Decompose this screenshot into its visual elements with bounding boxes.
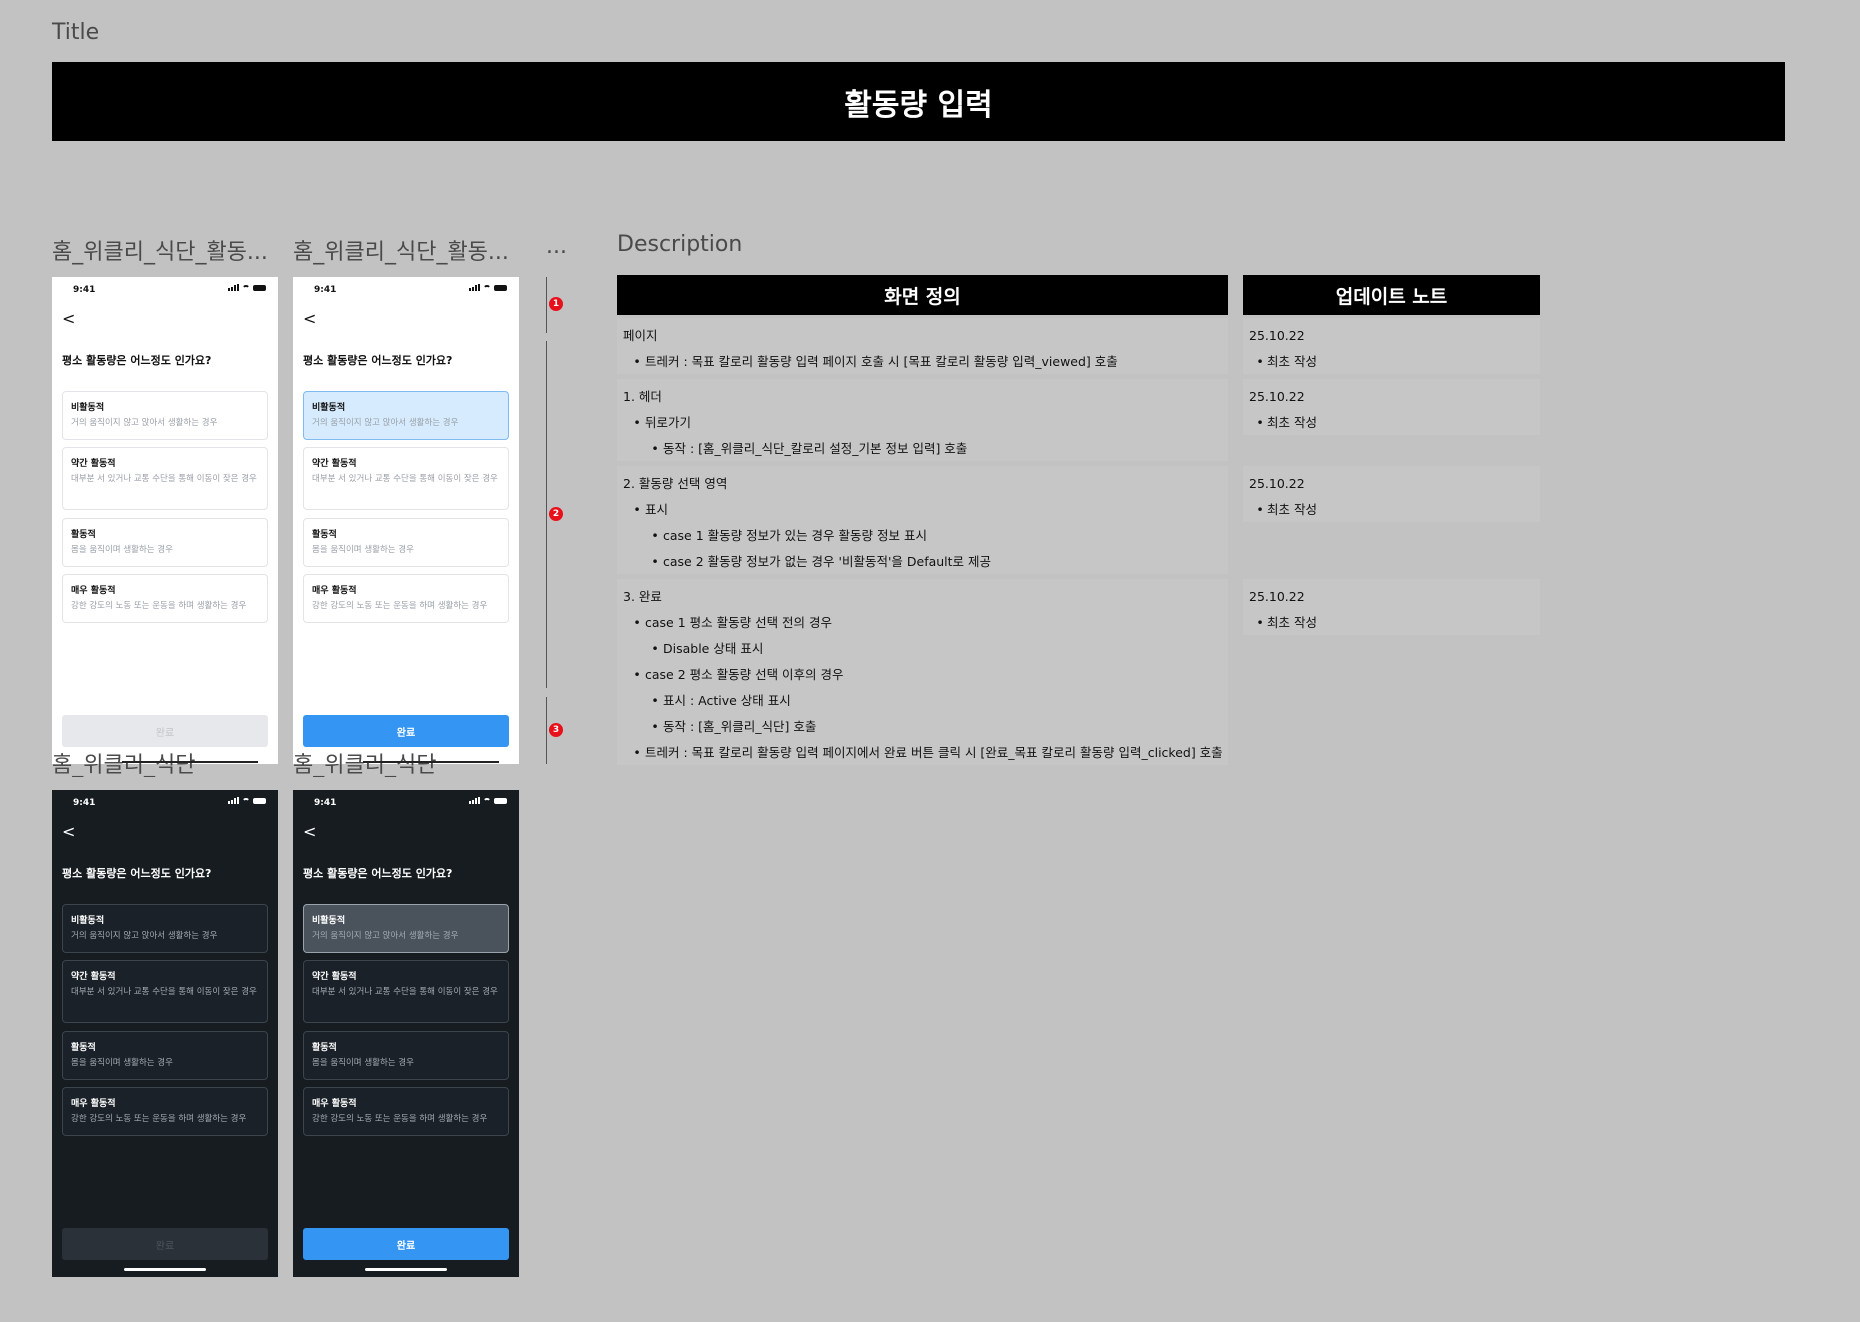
battery-icon <box>494 797 507 804</box>
definition-header: 화면 정의 <box>617 275 1228 315</box>
back-icon[interactable]: < <box>303 311 316 327</box>
frame-label-dark-selected[interactable]: 홈_위클리_식단 <box>293 747 519 777</box>
option-active[interactable]: 활동적 몸을 움직이며 생활하는 경우 <box>303 1031 509 1080</box>
definition-row-complete: 3. 완료 case 1 평소 활동량 선택 전의 경우 Disable 상태 … <box>617 579 1228 765</box>
marker-line-options <box>546 341 547 688</box>
status-bar: 9:41 <box>293 790 519 814</box>
description-section-label: Description <box>617 232 743 257</box>
signal-icon <box>228 797 239 804</box>
update-note-row: 25.10.22 최초 작성 <box>1243 579 1540 635</box>
wifi-icon <box>483 797 491 804</box>
complete-button[interactable]: 완료 <box>62 715 268 747</box>
frame-label-light-default[interactable]: 홈_위클리_식단_활동... <box>52 234 278 266</box>
option-slightly-active[interactable]: 약간 활동적 대부분 서 있거나 교통 수단을 통해 이동이 잦은 경우 <box>303 960 509 1023</box>
option-very-active[interactable]: 매우 활동적 강한 강도의 노동 또는 운동을 하며 생활하는 경우 <box>62 1087 268 1136</box>
update-note-row: 25.10.22 최초 작성 <box>1243 379 1540 435</box>
home-indicator <box>365 1268 447 1271</box>
question-title: 평소 활동량은 어느정도 인가요? <box>303 354 453 367</box>
status-time: 9:41 <box>314 798 337 808</box>
back-icon[interactable]: < <box>62 311 75 327</box>
marker-line-header <box>546 277 547 333</box>
phone-light-default: 9:41 < 평소 활동량은 어느정도 인가요? 비활동적 거의 움직이지 않고 … <box>52 277 278 764</box>
marker-badge-1: 1 <box>549 297 563 311</box>
option-inactive-selected[interactable]: 비활동적 거의 움직이지 않고 앉아서 생활하는 경우 <box>303 904 509 953</box>
phone-light-selected: 9:41 < 평소 활동량은 어느정도 인가요? 비활동적 거의 움직이지 않고 … <box>293 277 519 764</box>
page-title: 활동량 입력 <box>52 62 1785 141</box>
update-note-row: 25.10.22 최초 작성 <box>1243 318 1540 374</box>
marker-badge-2: 2 <box>549 507 563 521</box>
signal-icon <box>228 284 239 291</box>
option-active[interactable]: 활동적 몸을 움직이며 생활하는 경우 <box>62 1031 268 1080</box>
back-icon[interactable]: < <box>62 824 75 840</box>
option-inactive[interactable]: 비활동적 거의 움직이지 않고 앉아서 생활하는 경우 <box>62 904 268 953</box>
marker-line-complete <box>546 697 547 764</box>
status-bar: 9:41 <box>52 790 278 814</box>
definition-row-header: 1. 헤더 뒤로가기 동작 : [홈_위클리_식단_칼로리 설정_기본 정보 입… <box>617 379 1228 461</box>
battery-icon <box>253 284 266 291</box>
complete-button[interactable]: 완료 <box>303 715 509 747</box>
option-very-active[interactable]: 매우 활동적 강한 강도의 노동 또는 운동을 하며 생활하는 경우 <box>303 574 509 623</box>
battery-icon <box>253 797 266 804</box>
update-note-row: 25.10.22 최초 작성 <box>1243 466 1540 522</box>
option-slightly-active[interactable]: 약간 활동적 대부분 서 있거나 교통 수단을 통해 이동이 잦은 경우 <box>62 960 268 1023</box>
question-title: 평소 활동량은 어느정도 인가요? <box>62 867 212 880</box>
option-active[interactable]: 활동적 몸을 움직이며 생활하는 경우 <box>303 518 509 567</box>
status-bar: 9:41 <box>293 277 519 301</box>
marker-badge-3: 3 <box>549 723 563 737</box>
option-very-active[interactable]: 매우 활동적 강한 강도의 노동 또는 운동을 하며 생활하는 경우 <box>303 1087 509 1136</box>
question-title: 평소 활동량은 어느정도 인가요? <box>303 867 453 880</box>
battery-icon <box>494 284 507 291</box>
phone-dark-selected: 9:41 < 평소 활동량은 어느정도 인가요? 비활동적 거의 움직이지 않고 … <box>293 790 519 1277</box>
update-notes-header: 업데이트 노트 <box>1243 275 1540 315</box>
option-active[interactable]: 활동적 몸을 움직이며 생활하는 경우 <box>62 518 268 567</box>
back-icon[interactable]: < <box>303 824 316 840</box>
signal-icon <box>469 284 480 291</box>
wifi-icon <box>242 284 250 291</box>
home-indicator <box>124 1268 206 1271</box>
complete-button[interactable]: 완료 <box>62 1228 268 1260</box>
status-time: 9:41 <box>73 798 96 808</box>
phone-dark-default: 9:41 < 평소 활동량은 어느정도 인가요? 비활동적 거의 움직이지 않고 … <box>52 790 278 1277</box>
frame-label-light-selected[interactable]: 홈_위클리_식단_활동... <box>293 234 519 266</box>
option-inactive-selected[interactable]: 비활동적 거의 움직이지 않고 앉아서 생활하는 경우 <box>303 391 509 440</box>
complete-button[interactable]: 완료 <box>303 1228 509 1260</box>
definition-row-page: 페이지 트레커 : 목표 칼로리 활동량 입력 페이지 호출 시 [목표 칼로리… <box>617 318 1228 374</box>
wifi-icon <box>483 284 491 291</box>
question-title: 평소 활동량은 어느정도 인가요? <box>62 354 212 367</box>
definition-row-selection: 2. 활동량 선택 영역 표시 case 1 활동량 정보가 있는 경우 활동량… <box>617 466 1228 574</box>
title-section-label: Title <box>52 20 100 45</box>
option-slightly-active[interactable]: 약간 활동적 대부분 서 있거나 교통 수단을 통해 이동이 잦은 경우 <box>303 447 509 510</box>
status-bar: 9:41 <box>52 277 278 301</box>
status-time: 9:41 <box>73 285 96 295</box>
more-frames-label[interactable]: ... <box>546 234 567 259</box>
status-time: 9:41 <box>314 285 337 295</box>
wifi-icon <box>242 797 250 804</box>
option-inactive[interactable]: 비활동적 거의 움직이지 않고 앉아서 생활하는 경우 <box>62 391 268 440</box>
option-very-active[interactable]: 매우 활동적 강한 강도의 노동 또는 운동을 하며 생활하는 경우 <box>62 574 268 623</box>
frame-label-dark-default[interactable]: 홈_위클리_식단 <box>52 747 278 777</box>
option-slightly-active[interactable]: 약간 활동적 대부분 서 있거나 교통 수단을 통해 이동이 잦은 경우 <box>62 447 268 510</box>
signal-icon <box>469 797 480 804</box>
